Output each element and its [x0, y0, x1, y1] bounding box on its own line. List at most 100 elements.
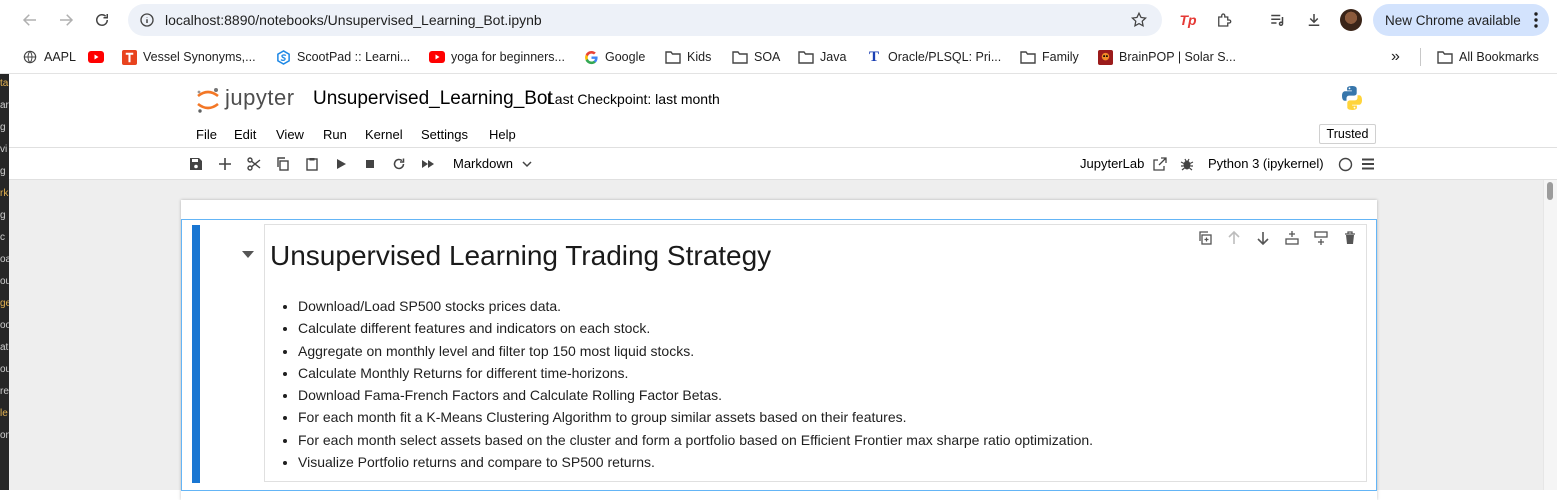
- arrow-right-icon: [60, 14, 74, 26]
- extensions-button[interactable]: [1214, 10, 1234, 30]
- all-bookmarks-button[interactable]: All Bookmarks: [1437, 49, 1539, 65]
- list-item: Download/Load SP500 stocks prices data.: [298, 295, 1358, 317]
- bookmark-scootpad[interactable]: ScootPad :: Learni...: [275, 49, 410, 65]
- insert-cell-button[interactable]: [217, 156, 233, 172]
- background-window-text-fragment: oo: [0, 320, 9, 331]
- paste-button[interactable]: [304, 156, 320, 172]
- copy-icon: [277, 157, 289, 171]
- extension-tp[interactable]: Tp: [1178, 10, 1198, 30]
- background-window-text-fragment: at: [0, 342, 9, 353]
- notebook-toolbar: Markdown JupyterLab Python 3 (ipykernel): [9, 149, 1557, 180]
- tp-icon: Tp: [1179, 12, 1197, 28]
- cell-collapser[interactable]: [192, 225, 200, 483]
- interrupt-kernel-button[interactable]: [362, 156, 378, 172]
- save-icon: [190, 158, 202, 170]
- url-text[interactable]: localhost:8890/notebooks/Unsupervised_Le…: [165, 12, 542, 28]
- back-button[interactable]: [18, 8, 42, 32]
- forward-button[interactable]: [54, 8, 78, 32]
- list-item: For each month select assets based on th…: [298, 429, 1358, 451]
- chrome-update-button[interactable]: New Chrome available: [1373, 4, 1549, 36]
- external-link-icon[interactable]: [1153, 157, 1167, 171]
- media-controls-button[interactable]: [1268, 10, 1288, 30]
- techonthenet-icon: T: [868, 48, 879, 65]
- bookmark-yoga[interactable]: yoga for beginners...: [429, 49, 565, 65]
- chevron-down-icon[interactable]: [522, 160, 532, 168]
- background-window-text-fragment: ta: [0, 78, 9, 89]
- restart-kernel-button[interactable]: [391, 156, 407, 172]
- list-item: Aggregate on monthly level and filter to…: [298, 340, 1358, 362]
- cut-button[interactable]: [246, 156, 262, 172]
- menu-kernel[interactable]: Kernel: [365, 127, 403, 142]
- jupyter-logo[interactable]: jupyter: [195, 84, 305, 114]
- bookmarks-bar: AAPL Vessel Synonyms,... ScootPad :: Lea…: [0, 40, 1557, 74]
- background-window-text-fragment: le: [0, 408, 8, 419]
- bookmarks-divider: [1420, 48, 1421, 66]
- puzzle-icon: [1218, 13, 1232, 27]
- list-item: Visualize Portfolio returns and compare …: [298, 451, 1358, 473]
- background-window-text-fragment: c: [0, 232, 5, 243]
- menu-edit[interactable]: Edit: [234, 127, 256, 142]
- arrow-up-icon: [1228, 230, 1240, 244]
- menu-view[interactable]: View: [276, 127, 304, 142]
- scrollbar-thumb[interactable]: [1547, 182, 1553, 200]
- cell-type-select[interactable]: Markdown: [453, 156, 513, 171]
- background-window-text-fragment: ou: [0, 276, 9, 287]
- run-cell-button[interactable]: [333, 156, 349, 172]
- jupyter-orbit-icon: [197, 88, 219, 113]
- copy-button[interactable]: [275, 156, 291, 172]
- downloads-button[interactable]: [1304, 10, 1324, 30]
- all-bookmarks-label: All Bookmarks: [1459, 50, 1539, 64]
- insert-cell-above-button[interactable]: [1283, 229, 1301, 247]
- kernel-name[interactable]: Python 3 (ipykernel): [1208, 156, 1324, 171]
- move-cell-down-button[interactable]: [1254, 229, 1272, 247]
- markdown-cell[interactable]: Unsupervised Learning Trading Strategy D…: [181, 219, 1377, 491]
- bookmarks-overflow-button[interactable]: »: [1391, 48, 1400, 65]
- bookmark-vessel-synonyms[interactable]: Vessel Synonyms,...: [121, 49, 256, 65]
- move-cell-up-button[interactable]: [1225, 229, 1243, 247]
- background-window-text-fragment: g: [0, 210, 6, 221]
- site-info-icon[interactable]: [138, 11, 156, 29]
- bookmark-folder-soa[interactable]: SOA: [732, 49, 780, 65]
- restart-run-all-button[interactable]: [420, 156, 436, 172]
- menu-help[interactable]: Help: [489, 127, 516, 142]
- youtube-icon: [88, 49, 104, 65]
- address-bar[interactable]: localhost:8890/notebooks/Unsupervised_Le…: [128, 4, 1162, 36]
- bookmark-label: AAPL: [44, 50, 76, 64]
- hamburger-menu-icon[interactable]: [1361, 157, 1375, 171]
- menu-settings[interactable]: Settings: [421, 127, 468, 142]
- jupyter-header: jupyter Unsupervised_Learning_Bot Last C…: [9, 74, 1557, 122]
- insert-cell-below-button[interactable]: [1312, 229, 1330, 247]
- open-jupyterlab-link[interactable]: JupyterLab: [1080, 156, 1144, 171]
- python-logo-icon: [1342, 86, 1362, 110]
- menu-run[interactable]: Run: [323, 127, 347, 142]
- bookmark-brainpop[interactable]: BrainPOP | Solar S...: [1097, 49, 1236, 65]
- bookmark-label: ScootPad :: Learni...: [297, 50, 411, 64]
- save-button[interactable]: [188, 156, 204, 172]
- rendered-markdown[interactable]: Unsupervised Learning Trading Strategy D…: [264, 224, 1367, 482]
- star-bookmark-icon[interactable]: [1130, 11, 1148, 29]
- notebook-title[interactable]: Unsupervised_Learning_Bot: [313, 88, 553, 110]
- bookmark-google[interactable]: Google: [583, 49, 645, 65]
- menu-file[interactable]: File: [196, 127, 217, 142]
- cell-toolbar: [1191, 229, 1356, 249]
- bookmark-folder-family[interactable]: Family: [1020, 49, 1079, 65]
- bookmark-aapl[interactable]: AAPL: [22, 49, 76, 65]
- last-checkpoint-label: Last Checkpoint: last month: [547, 91, 720, 107]
- profile-avatar[interactable]: [1340, 9, 1362, 31]
- bookmark-folder-java[interactable]: Java: [798, 49, 846, 65]
- bookmark-oracle-plsql[interactable]: T Oracle/PLSQL: Pri...: [866, 49, 1001, 65]
- vertical-scrollbar[interactable]: [1543, 180, 1557, 490]
- thesaurus-icon: [121, 49, 137, 65]
- bookmark-label: Java: [820, 50, 847, 64]
- youtube-icon: [429, 49, 445, 65]
- trusted-indicator[interactable]: Trusted: [1319, 124, 1376, 144]
- list-item: Calculate different features and indicat…: [298, 317, 1358, 339]
- bookmark-folder-kids[interactable]: Kids: [665, 49, 711, 65]
- bug-icon[interactable]: [1180, 157, 1194, 171]
- duplicate-cell-button[interactable]: [1196, 229, 1214, 247]
- bookmark-youtube[interactable]: [88, 49, 110, 65]
- caret-down-icon[interactable]: [242, 251, 254, 259]
- delete-cell-button[interactable]: [1341, 229, 1359, 247]
- clipboard-icon: [306, 158, 318, 171]
- reload-button[interactable]: [90, 8, 114, 32]
